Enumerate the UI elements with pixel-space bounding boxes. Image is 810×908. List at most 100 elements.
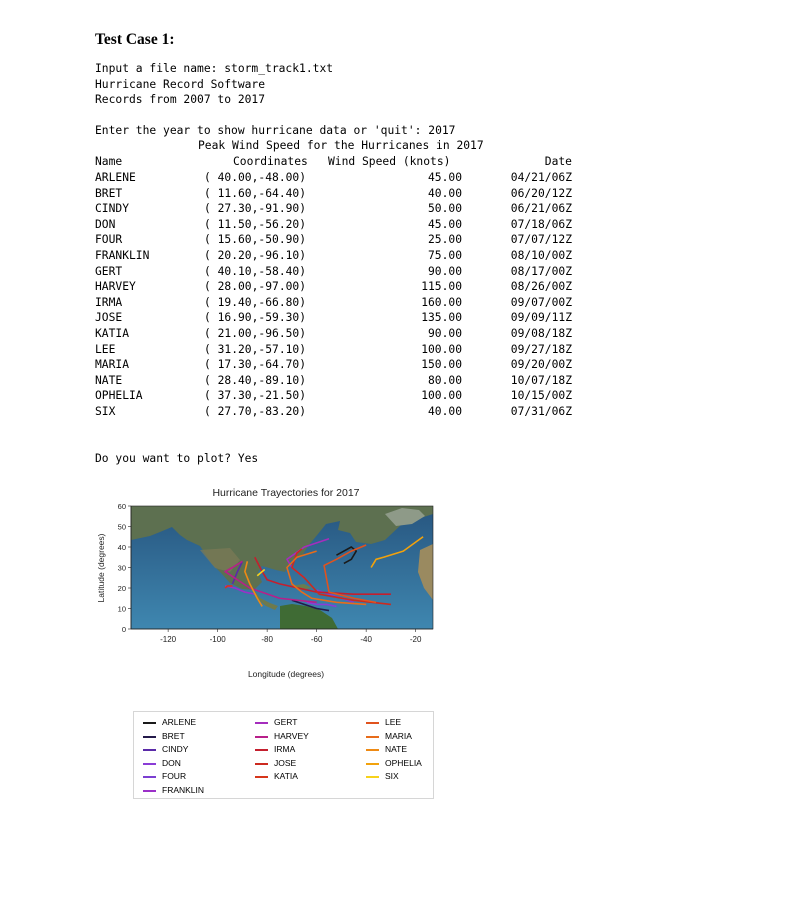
table-title: Peak Wind Speed for the Hurricanes in 20… [198,139,484,152]
table-row: HARVEY ( 28.00,-97.00) 115.00 08/26/00Z [0,280,810,295]
legend-label: OPHELIA [385,757,422,768]
hurricane-date: 08/26/00Z [510,280,572,294]
table-header-row: Name Coordinates Wind Speed (knots) Date [0,155,810,170]
hurricane-date: 08/17/00Z [510,264,572,278]
y-axis-ticks: 0 10 20 30 40 50 60 [118,502,131,634]
hurricane-coordinates: ( 27.30,-91.90) [204,202,307,216]
y-tick-label: 20 [118,584,126,593]
hurricane-name: CINDY [95,202,130,216]
x-tick-label: -40 [360,635,372,644]
software-name-line: Hurricane Record Software [95,78,266,91]
legend-label: NATE [385,744,408,755]
y-tick-label: 40 [118,543,126,552]
hurricane-name: MARIA [95,358,130,372]
legend-swatch [366,762,379,765]
hurricane-date: 04/21/06Z [510,171,572,184]
hurricane-date: 09/27/18Z [510,342,572,356]
hurricane-wind-speed: 80.00 [427,373,462,387]
test-case-heading: Test Case 1: [95,31,175,48]
legend-label: HARVEY [274,730,309,741]
hurricane-wind-speed: 100.00 [421,389,462,403]
table-row: ARLENE ( 40.00,-48.00) 45.00 04/21/06Z [0,171,810,186]
legend-swatch [366,749,379,752]
hurricane-wind-speed: 40.00 [427,186,462,200]
hurricane-date: 07/07/12Z [510,233,572,247]
hurricane-date: 09/07/00Z [510,295,572,309]
legend-label: MARIA [385,730,412,741]
table-row: FOUR ( 15.60,-50.90) 25.00 07/07/12Z [0,233,810,248]
hurricane-date: 06/20/12Z [510,186,572,200]
legend-label: JOSE [274,757,297,768]
hurricane-name: JOSE [95,311,123,325]
hurricane-coordinates: ( 21.00,-96.50) [204,327,307,340]
hurricane-coordinates: ( 31.20,-57.10) [204,342,307,356]
hurricane-name: IRMA [95,295,123,309]
x-tick-label: -80 [261,635,273,644]
legend-label: FOUR [162,771,187,782]
table-row: OPHELIA ( 37.30,-21.50) 100.00 10/15/00Z [0,389,810,404]
hurricane-coordinates: ( 16.90,-59.30) [204,311,307,325]
hurricane-coordinates: ( 15.60,-50.90) [204,233,307,247]
column-header-date: Date [544,155,572,168]
hurricane-name: BRET [95,186,123,200]
hurricane-wind-speed: 50.00 [427,202,462,216]
table-row: IRMA ( 19.40,-66.80) 160.00 09/07/00Z [0,296,810,311]
x-axis-ticks: -120 -100 -80 -60 -40 -20 [160,629,422,644]
hurricane-coordinates: ( 19.40,-66.80) [204,295,307,309]
table-row: BRET ( 11.60,-64.40) 40.00 06/20/12Z [0,187,810,202]
legend-swatch [143,790,156,792]
hurricane-name: DON [95,217,116,231]
hurricane-coordinates: ( 20.20,-96.10) [204,249,307,262]
table-row: MARIA ( 17.30,-64.70) 150.00 09/20/00Z [0,358,810,373]
hurricane-date: 10/07/18Z [510,373,572,387]
table-row: SIX ( 27.70,-83.20) 40.00 07/31/06Z [0,405,810,420]
legend-swatch [366,722,379,724]
y-tick-label: 60 [118,502,126,511]
hurricane-wind-speed: 90.00 [427,327,462,340]
hurricane-name: LEE [95,342,116,356]
hurricane-name: ARLENE [95,171,136,184]
legend-label: KATIA [274,771,298,782]
legend-label: BRET [162,730,185,741]
x-tick-label: -120 [160,635,177,644]
chart-legend: ARLENE BRET CINDY DON FOUR FRANKLIN GERT HARVEY… [133,711,434,799]
hurricane-date: 09/20/00Z [510,358,572,372]
year-prompt-line: Enter the year to show hurricane data or… [95,124,456,137]
table-row: JOSE ( 16.90,-59.30) 135.00 09/09/11Z [0,311,810,326]
hurricane-coordinates: ( 40.10,-58.40) [204,264,307,278]
legend-swatch [143,722,156,724]
hurricane-plot-svg: Hurricane Trayectories for 2017 -120 -100… [96,487,434,679]
hurricane-plot: Hurricane Trayectories for 2017 -120 -100… [80,480,540,690]
hurricane-coordinates: ( 11.50,-56.20) [204,217,307,231]
legend-swatch [255,749,268,752]
hurricane-coordinates: ( 27.70,-83.20) [204,405,307,418]
map-background [131,506,433,629]
legend-swatch [255,722,268,724]
table-row: GERT ( 40.10,-58.40) 90.00 08/17/00Z [0,265,810,280]
y-tick-label: 50 [118,523,126,532]
hurricane-wind-speed: 25.00 [427,233,462,247]
column-header-coordinates: Coordinates [233,155,308,168]
hurricane-wind-speed: 45.00 [427,217,462,231]
legend-label: CINDY [162,744,189,755]
x-tick-label: -20 [410,635,422,644]
hurricane-wind-speed: 160.00 [421,295,462,309]
hurricane-coordinates: ( 17.30,-64.70) [204,358,307,372]
hurricane-date: 10/15/00Z [510,389,572,403]
hurricane-name: HARVEY [95,280,136,294]
legend-swatch [143,735,156,738]
legend-swatch [366,776,379,779]
legend-swatch [255,735,268,738]
legend-label: DON [162,757,181,768]
table-row: LEE ( 31.20,-57.10) 100.00 09/27/18Z [0,343,810,358]
hurricane-wind-speed: 75.00 [427,249,462,262]
legend-swatch [143,776,156,779]
legend-swatch [366,735,379,738]
hurricane-date: 09/09/11Z [510,311,572,325]
table-row: DON ( 11.50,-56.20) 45.00 07/18/06Z [0,218,810,233]
x-axis-label: Longitude (degrees) [248,669,324,679]
hurricane-wind-speed: 100.00 [421,342,462,356]
hurricane-name: FOUR [95,233,123,247]
records-range-line: Records from 2007 to 2017 [95,93,266,106]
hurricane-name: NATE [95,373,123,387]
